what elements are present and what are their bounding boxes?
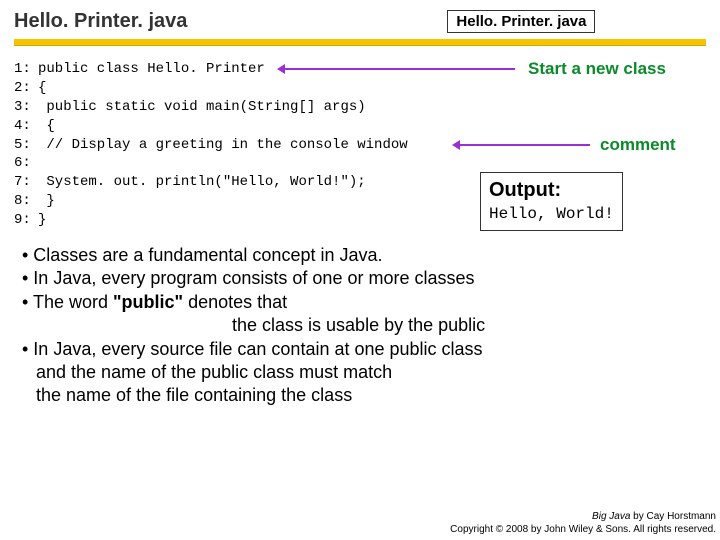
output-text: Hello, World! — [489, 204, 614, 226]
bullet-item: • In Java, every source file can contain… — [22, 338, 704, 361]
code-text: System. out. println("Hello, World!"); — [38, 174, 366, 190]
code-text: public class Hello. Printer — [38, 61, 265, 77]
annotation-comment: comment — [600, 134, 676, 157]
code-text: } — [38, 193, 55, 209]
code-text: { — [38, 118, 55, 134]
line-number: 2: — [14, 79, 38, 98]
bullet-continue: the name of the file containing the clas… — [22, 384, 704, 407]
line-number: 9: — [14, 211, 38, 230]
output-title: Output: — [489, 177, 614, 204]
arrow-start-class — [285, 68, 515, 70]
code-text: } — [38, 212, 46, 228]
footer-book-title: Big Java — [592, 511, 630, 522]
bullet-continue: and the name of the public class must ma… — [22, 361, 704, 384]
line-number: 1: — [14, 60, 38, 79]
page-title-left: Hello. Printer. java — [14, 10, 187, 33]
page-title-right-box: Hello. Printer. java — [447, 10, 595, 33]
line-number: 6: — [14, 154, 38, 173]
code-text: // Display a greeting in the console win… — [38, 137, 408, 153]
output-box: Output: Hello, World! — [480, 172, 623, 231]
line-number: 8: — [14, 192, 38, 211]
line-number: 4: — [14, 117, 38, 136]
bullet-item: • Classes are a fundamental concept in J… — [22, 244, 704, 267]
bullet-item: • In Java, every program consists of one… — [22, 267, 704, 290]
bullet-item: • The word "public" denotes that — [22, 291, 704, 314]
code-block: 1:public class Hello. Printer 2:{ 3: pub… — [0, 60, 720, 230]
line-number: 5: — [14, 136, 38, 155]
footer-author: by Cay Horstmann — [630, 511, 716, 522]
footer-copyright: Copyright © 2008 by John Wiley & Sons. A… — [450, 523, 716, 536]
bullet-text: • The word — [22, 292, 113, 312]
bullet-list: • Classes are a fundamental concept in J… — [0, 230, 720, 408]
bullet-text: denotes that — [183, 292, 287, 312]
line-number: 3: — [14, 98, 38, 117]
footer-credit: Big Java by Cay Horstmann Copyright © 20… — [450, 510, 716, 536]
code-text: { — [38, 80, 46, 96]
line-number: 7: — [14, 173, 38, 192]
arrow-comment — [460, 144, 590, 146]
divider-bar — [14, 39, 706, 46]
code-text: public static void main(String[] args) — [38, 99, 366, 115]
bullet-quoted: "public" — [113, 292, 183, 312]
bullet-continue: the class is usable by the public — [22, 314, 704, 337]
annotation-start-class: Start a new class — [528, 58, 666, 81]
